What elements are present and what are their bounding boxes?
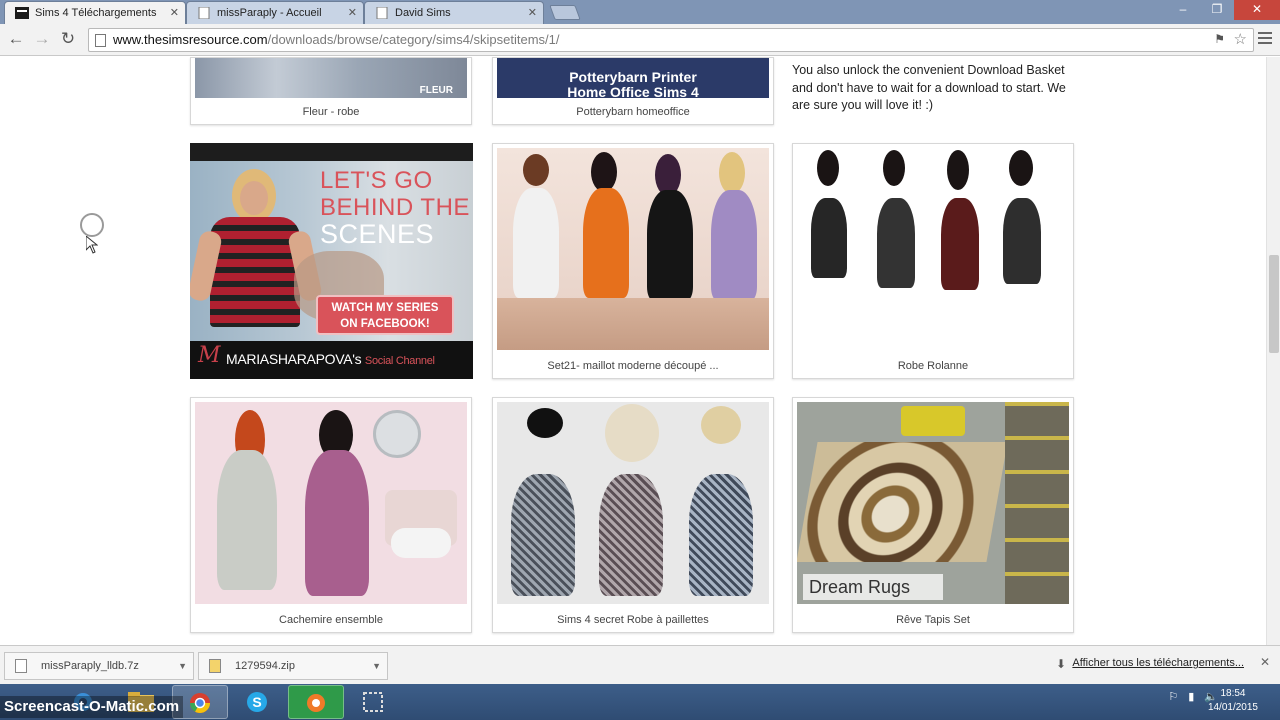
item-card[interactable]: FLEUR Fleur - robe [190,57,472,125]
system-clock[interactable]: 18:54 14/01/2015 [1208,687,1258,715]
back-button[interactable]: ← [6,29,26,49]
zip-file-icon [209,659,221,673]
mouse-cursor-icon [86,236,98,254]
intro-text: You also unlock the convenient Download … [792,63,1066,112]
recorder-taskbar-button[interactable] [288,685,344,719]
item-card[interactable]: Sims 4 secret Robe à paillettes [492,397,774,633]
tab-sims4-telechargements[interactable]: Sims 4 Téléchargements ✕ [4,1,186,24]
tab-close-icon[interactable]: ✕ [170,2,179,24]
item-caption[interactable]: Set21- maillot moderne découpé ... [493,360,773,372]
dream-rugs-label: Dream Rugs [809,577,911,597]
item-thumbnail[interactable] [195,402,467,604]
click-highlight [80,213,104,237]
item-card[interactable]: Potterybarn Printer Home Office Sims 4 P… [492,57,774,125]
url-text[interactable]: www.thesimsresource.com/downloads/browse… [113,29,560,51]
close-window-button[interactable]: ✕ [1234,0,1280,20]
skype-taskbar-button[interactable]: S [230,685,286,719]
download-shelf: missParaply_lldb.7z ▼ 1279594.zip ▼ ⬇ Af… [0,645,1280,684]
tab-label: David Sims [395,7,451,19]
minimize-button[interactable]: – [1166,0,1200,20]
tab-label: missParaply - Accueil [217,7,322,19]
tab-david-sims[interactable]: David Sims ✕ [364,1,544,24]
translate-icon[interactable]: ⚑ [1214,32,1225,46]
tab-missparaply[interactable]: missParaply - Accueil ✕ [186,1,364,24]
download-menu-chevron-icon[interactable]: ▼ [178,653,187,679]
snipping-taskbar-button[interactable] [346,685,402,719]
skype-icon: S [247,692,267,712]
item-thumbnail[interactable]: FLEUR [195,58,467,98]
download-arrow-icon: ⬇ [1055,657,1066,671]
download-item[interactable]: missParaply_lldb.7z ▼ [4,652,194,680]
forward-button[interactable]: → [32,29,52,49]
facebook-advertisement[interactable]: LET'S GO BEHIND THE SCENES WATCH MY SERI… [190,143,473,379]
new-tab-button[interactable] [549,5,581,20]
download-item[interactable]: 1279594.zip ▼ [198,652,388,680]
bookmark-star-icon[interactable]: ☆ [1234,30,1247,48]
item-caption[interactable]: Fleur - robe [191,106,471,118]
page-scrollbar[interactable] [1266,57,1280,645]
scrollbar-thumb[interactable] [1269,255,1279,353]
windows-taskbar: S ⚐ ▮ 🔈 18:54 14/01/2015 [0,684,1280,720]
tab-label: Sims 4 Téléchargements [35,7,157,19]
record-icon [307,694,325,712]
page-viewport: FLEUR Fleur - robe Potterybarn Printer H… [0,57,1266,645]
flag-icon[interactable]: ⚐ [1168,690,1178,703]
tab-close-icon[interactable]: ✕ [528,2,537,24]
tsr-favicon-icon [15,7,29,19]
download-menu-chevron-icon[interactable]: ▼ [372,653,381,679]
tab-close-icon[interactable]: ✕ [348,2,357,24]
item-caption[interactable]: Cachemire ensemble [191,614,471,626]
watch-series-button[interactable]: WATCH MY SERIES ON FACEBOOK! [316,295,454,335]
item-card[interactable]: Robe Rolanne [792,143,1074,379]
close-download-bar-icon[interactable]: ✕ [1260,655,1270,669]
item-thumbnail[interactable]: Dream Rugs [797,402,1069,604]
item-card[interactable]: Cachemire ensemble [190,397,472,633]
browser-toolbar: ← → ↻ www.thesimsresource.com/downloads/… [0,24,1280,56]
page-icon [95,34,106,47]
chrome-icon [190,693,210,713]
item-caption[interactable]: Robe Rolanne [793,360,1073,372]
item-card[interactable]: Dream Rugs Rêve Tapis Set [792,397,1074,633]
reload-button[interactable]: ↻ [58,29,78,49]
svg-text:S: S [252,694,261,710]
ad-headline: LET'S GO BEHIND THE SCENES [320,167,470,249]
download-filename: missParaply_lldb.7z [41,660,139,672]
screencast-watermark: Screencast-O-Matic.com [0,696,184,718]
item-thumbnail[interactable]: Potterybarn Printer Home Office Sims 4 [497,58,769,98]
network-icon[interactable]: ▮ [1188,690,1194,703]
item-thumbnail[interactable] [497,402,769,604]
item-thumbnail[interactable] [797,148,1069,350]
ad-brand: MARIASHARAPOVA's Social Channel [226,351,435,367]
show-all-downloads-link[interactable]: Afficher tous les téléchargements... [1072,657,1244,669]
item-caption[interactable]: Sims 4 secret Robe à paillettes [493,614,773,626]
item-caption[interactable]: Rêve Tapis Set [793,614,1073,626]
signature-mark: M [198,343,221,368]
window-controls: – ❐ ✕ [1166,0,1280,20]
item-caption[interactable]: Potterybarn homeoffice [493,106,773,118]
address-bar[interactable]: www.thesimsresource.com/downloads/browse… [88,28,1254,52]
capture-frame-icon [363,692,383,712]
item-card[interactable]: Set21- maillot moderne découpé ... [492,143,774,379]
download-filename: 1279594.zip [235,660,295,672]
tab-strip: Sims 4 Téléchargements ✕ missParaply - A… [0,0,1280,24]
chrome-menu-icon[interactable] [1258,32,1272,44]
page-favicon-icon [376,7,388,19]
maximize-button[interactable]: ❐ [1200,0,1234,20]
archive-file-icon [15,659,27,673]
item-thumbnail[interactable] [497,148,769,350]
page-favicon-icon [198,7,210,19]
